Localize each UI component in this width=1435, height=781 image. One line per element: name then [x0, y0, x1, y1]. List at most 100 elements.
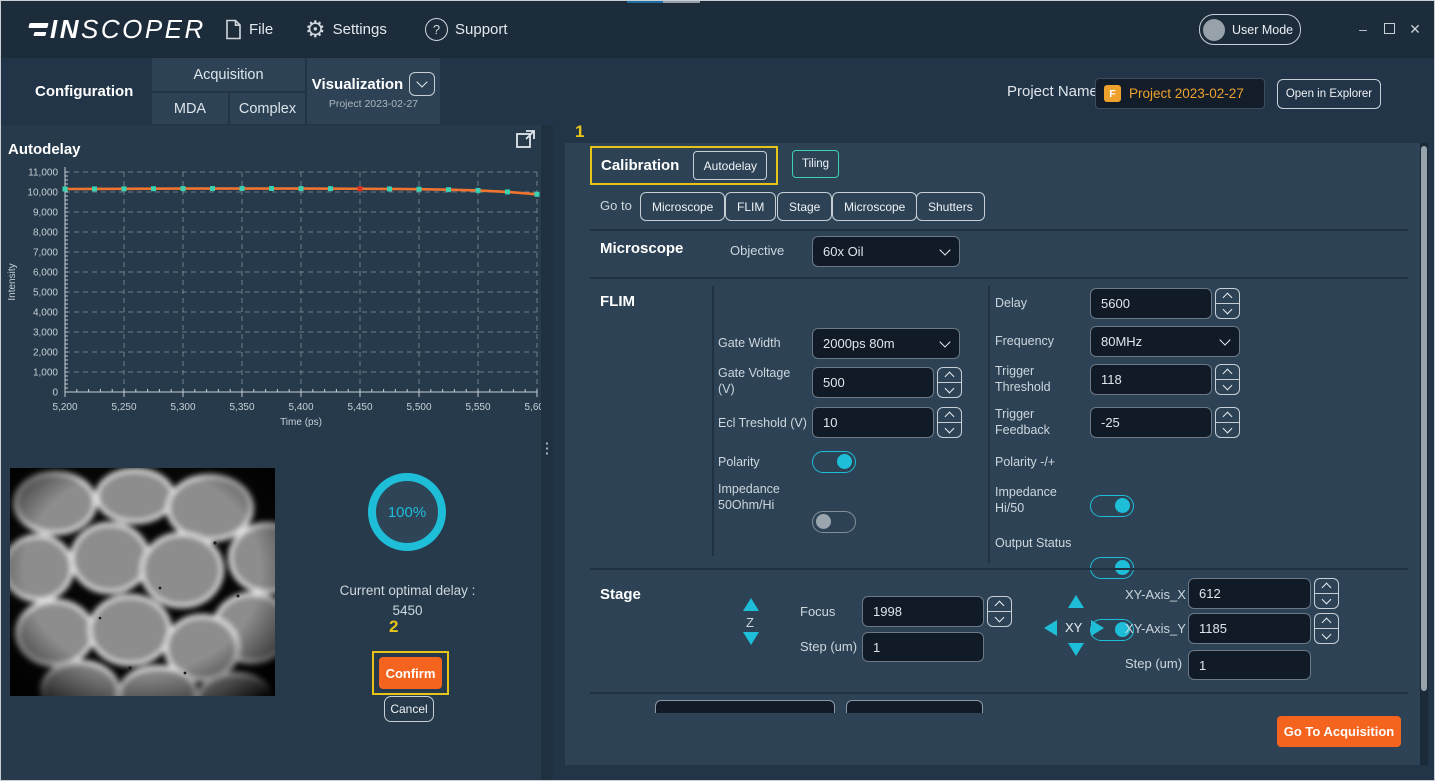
scrollbar-thumb[interactable]: [1421, 146, 1427, 691]
xy-left-arrow[interactable]: [1044, 620, 1057, 636]
xy-step-input[interactable]: 1: [1188, 650, 1311, 680]
xy-axis-x-input[interactable]: 612: [1188, 578, 1311, 609]
close-icon[interactable]: ✕: [1402, 21, 1428, 38]
spinner-up-icon[interactable]: [1216, 408, 1239, 423]
spinner-up-icon[interactable]: [1315, 579, 1338, 594]
xy-right-arrow[interactable]: [1091, 620, 1104, 636]
divider: [590, 568, 1408, 570]
spinner-down-icon[interactable]: [1216, 380, 1239, 394]
visualization-dropdown-button[interactable]: [409, 72, 435, 96]
z-down-arrow[interactable]: [743, 632, 759, 645]
trigger-threshold-spinner[interactable]: [1215, 364, 1240, 395]
z-step-input[interactable]: 1: [862, 632, 984, 662]
ecl-treshold-spinner[interactable]: [937, 407, 962, 438]
spinner-down-icon[interactable]: [938, 423, 961, 437]
gate-voltage-spinner[interactable]: [937, 367, 962, 398]
goto-shutters-button[interactable]: Shutters: [916, 192, 985, 221]
xy-axis-y-input[interactable]: 1185: [1188, 613, 1311, 644]
spinner-down-icon[interactable]: [938, 383, 961, 397]
spinner-down-icon[interactable]: [1216, 423, 1239, 437]
go-to-acquisition-button[interactable]: Go To Acquisition: [1277, 716, 1401, 747]
polarity-toggle[interactable]: [812, 451, 856, 473]
maximize-icon[interactable]: [1376, 21, 1402, 37]
objective-select[interactable]: 60x Oil: [812, 236, 960, 267]
trigger-feedback-label: Trigger Feedback: [995, 406, 1085, 439]
menu-support[interactable]: ? Support: [425, 0, 508, 58]
xy-down-arrow[interactable]: [1068, 643, 1084, 656]
svg-text:5,300: 5,300: [170, 402, 195, 413]
goto-flim-button[interactable]: FLIM: [725, 192, 776, 221]
tab-acquisition[interactable]: Acquisition: [152, 58, 305, 91]
trigger-feedback-input[interactable]: -25: [1090, 407, 1212, 438]
scrollbar-track[interactable]: [1420, 143, 1428, 765]
user-mode-toggle[interactable]: User Mode: [1199, 14, 1301, 45]
focus-input[interactable]: 1998: [862, 596, 984, 627]
autodelay-tab-button[interactable]: Autodelay: [693, 151, 767, 180]
project-name-value: Project 2023-02-27: [1129, 86, 1244, 101]
tab-visualization[interactable]: Visualization Project 2023-02-27: [307, 58, 440, 124]
gate-width-select[interactable]: 2000ps 80m: [812, 328, 960, 359]
impedance-50ohm-toggle[interactable]: [812, 511, 856, 533]
tab-complex[interactable]: Complex: [230, 93, 305, 124]
xy-axis-y-spinner[interactable]: [1314, 613, 1339, 644]
spinner-up-icon[interactable]: [1216, 365, 1239, 380]
chart-title: Autodelay: [8, 141, 81, 158]
cancel-button[interactable]: Cancel: [384, 696, 434, 722]
spinner-up-icon[interactable]: [1216, 289, 1239, 304]
spinner-down-icon[interactable]: [1315, 629, 1338, 643]
goto-microscope-button[interactable]: Microscope: [640, 192, 725, 221]
gate-voltage-input[interactable]: 500: [812, 367, 934, 398]
spinner-up-icon[interactable]: [938, 408, 961, 423]
spinner-down-icon[interactable]: [988, 612, 1011, 626]
delay-spinner[interactable]: [1215, 288, 1240, 319]
focus-value: 1998: [873, 604, 902, 619]
expand-icon[interactable]: [514, 128, 537, 151]
polarity-pm-toggle[interactable]: [1090, 495, 1134, 517]
xy-axis-x-spinner[interactable]: [1314, 578, 1339, 609]
spinner-up-icon[interactable]: [1315, 614, 1338, 629]
delay-input[interactable]: 5600: [1090, 288, 1212, 319]
z-up-arrow[interactable]: [743, 598, 759, 611]
svg-text:5,450: 5,450: [347, 402, 372, 413]
spinner-up-icon[interactable]: [988, 597, 1011, 612]
progress-ring: 100%: [368, 473, 446, 551]
frequency-select[interactable]: 80MHz: [1090, 326, 1240, 357]
panel-splitter[interactable]: ⋮: [541, 125, 553, 781]
tiling-tab-button[interactable]: Tiling: [792, 150, 839, 178]
confirm-button[interactable]: Confirm: [379, 657, 442, 689]
divider: [590, 692, 1408, 694]
folder-badge-icon: F: [1104, 85, 1121, 102]
polarity-label: Polarity: [718, 454, 810, 470]
goto-stage-button[interactable]: Stage: [777, 192, 832, 221]
spinner-down-icon[interactable]: [1216, 304, 1239, 318]
trigger-feedback-spinner[interactable]: [1215, 407, 1240, 438]
gate-voltage-value: 500: [823, 375, 845, 390]
tab-mda[interactable]: MDA: [152, 93, 228, 124]
calibration-highlight-box: Calibration Autodelay: [590, 146, 778, 185]
toggle-knob: [816, 514, 831, 529]
minimize-icon[interactable]: –: [1350, 21, 1376, 37]
focus-spinner[interactable]: [987, 596, 1012, 627]
svg-text:5,250: 5,250: [111, 402, 136, 413]
frequency-value: 80MHz: [1101, 334, 1142, 349]
user-mode-label: User Mode: [1232, 23, 1293, 37]
ecl-treshold-input[interactable]: 10: [812, 407, 934, 438]
ecl-treshold-label: Ecl Treshold (V): [718, 415, 814, 431]
spinner-down-icon[interactable]: [1315, 594, 1338, 608]
svg-text:5,400: 5,400: [288, 402, 313, 413]
menu-file[interactable]: File: [225, 0, 273, 58]
gate-width-label: Gate Width: [718, 335, 810, 351]
delay-value: 5600: [1101, 296, 1130, 311]
configuration-label: Configuration: [35, 58, 133, 125]
spinner-up-icon[interactable]: [938, 368, 961, 383]
trigger-threshold-input[interactable]: 118: [1090, 364, 1212, 395]
menu-settings[interactable]: ⚙ Settings: [305, 0, 387, 58]
microscope-section-title: Microscope: [600, 240, 683, 257]
svg-text:8,000: 8,000: [33, 228, 58, 239]
goto-microscope2-button[interactable]: Microscope: [832, 192, 917, 221]
project-name-input[interactable]: F Project 2023-02-27: [1095, 78, 1265, 109]
open-in-explorer-button[interactable]: Open in Explorer: [1277, 79, 1381, 109]
autodelay-panel: Autodelay 01,0002,0003,0004,0005,0006,00…: [0, 125, 541, 781]
xy-up-arrow[interactable]: [1068, 595, 1084, 608]
gate-voltage-label: Gate Voltage (V): [718, 365, 810, 398]
